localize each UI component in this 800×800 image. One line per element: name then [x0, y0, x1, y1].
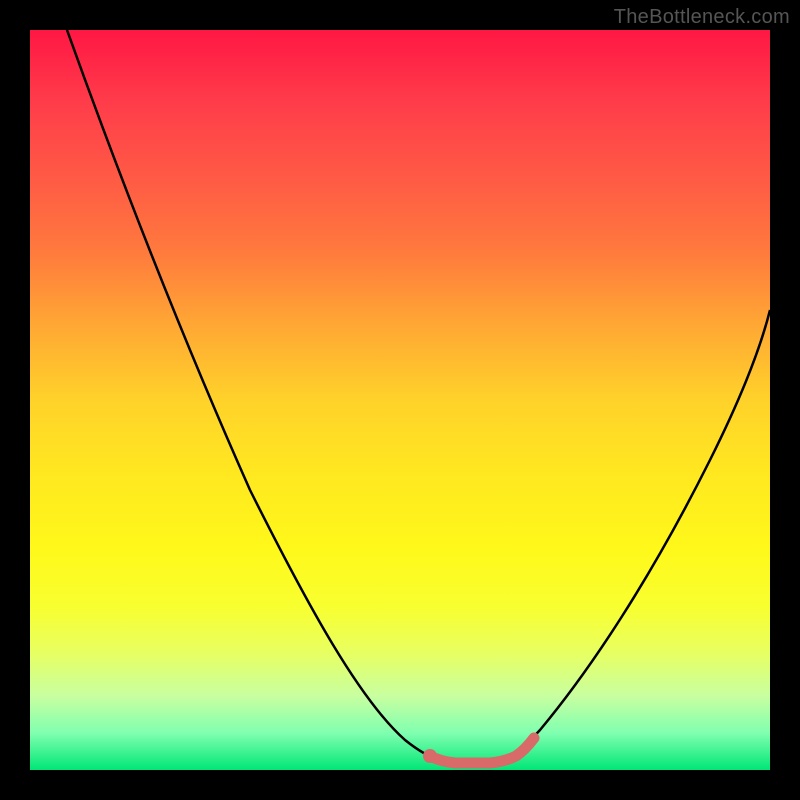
bottleneck-curve — [67, 30, 770, 760]
valley-highlight — [430, 738, 534, 763]
watermark-text: TheBottleneck.com — [614, 6, 790, 29]
chart-svg — [30, 30, 770, 770]
chart-container: TheBottleneck.com — [0, 0, 800, 800]
